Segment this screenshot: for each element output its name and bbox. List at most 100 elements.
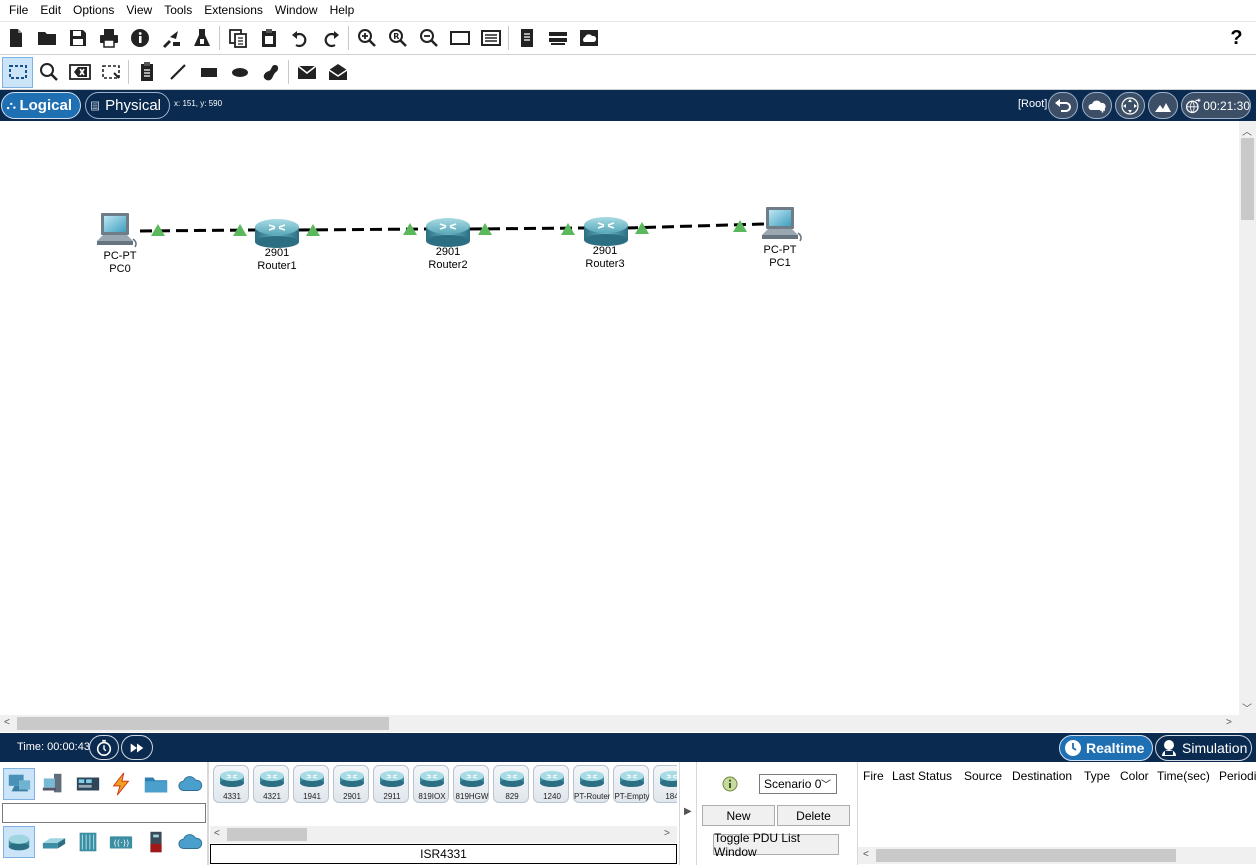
router2-device-icon[interactable] [426, 218, 470, 247]
hubs-subcategory[interactable] [72, 826, 104, 858]
expand-arrow-icon[interactable]: ▶ [684, 806, 692, 817]
pdu-info-button[interactable] [722, 776, 738, 795]
router2-label[interactable]: 2901 Router2 [408, 246, 488, 272]
menu-tools[interactable]: Tools [158, 0, 198, 21]
move-object-button[interactable] [1115, 92, 1145, 119]
model-scroll-left-icon[interactable]: < [214, 828, 220, 839]
menu-window[interactable]: Window [269, 0, 324, 21]
zoom-reset-button[interactable]: R [382, 23, 413, 54]
device-model-tile[interactable]: 819HGW [453, 765, 489, 803]
add-simple-pdu-button[interactable] [291, 57, 322, 88]
device-model-tile[interactable]: 4321 [253, 765, 289, 803]
horizontal-scroll-thumb[interactable] [17, 717, 389, 730]
switches-subcategory[interactable] [38, 826, 70, 858]
device-model-tile[interactable]: 1941 [293, 765, 329, 803]
column-last-status[interactable]: Last Status [892, 769, 952, 783]
device-model-tile[interactable]: PT-Empty [613, 765, 650, 803]
new-scenario-button[interactable]: New [702, 805, 775, 826]
device-model-tile[interactable]: 2901 [333, 765, 369, 803]
undo-button[interactable] [284, 23, 315, 54]
logical-tab[interactable]: Logical [1, 92, 81, 119]
router3-label[interactable]: 2901 Router3 [565, 245, 645, 271]
network-devices-category[interactable] [3, 768, 35, 800]
multiuser-category[interactable] [174, 768, 206, 800]
device-model-tile[interactable]: 184 [653, 765, 677, 803]
routers-subcategory[interactable] [3, 826, 35, 858]
notes-button[interactable] [511, 23, 542, 54]
scroll-up-arrow-icon[interactable]: ︿ [1242, 123, 1252, 138]
physical-tab[interactable]: Physical [85, 92, 170, 119]
scroll-right-arrow-icon[interactable]: > [1226, 717, 1232, 728]
pc0-label[interactable]: PC-PT PC0 [80, 250, 160, 276]
components-category[interactable] [72, 768, 104, 800]
draw-ellipse-button[interactable] [224, 57, 255, 88]
pdu-scroll-left-icon[interactable]: < [863, 849, 869, 860]
pc1-device-icon[interactable] [762, 207, 802, 242]
realtime-mode-tab[interactable]: Realtime [1059, 735, 1153, 761]
back-button[interactable] [1048, 92, 1078, 119]
router1-device-icon[interactable] [255, 219, 299, 248]
device-model-tile[interactable]: 2911 [373, 765, 409, 803]
help-button[interactable]: ? [1221, 23, 1252, 54]
copy-button[interactable] [222, 23, 253, 54]
column-destination[interactable]: Destination [1012, 769, 1072, 783]
vertical-scroll-thumb[interactable] [1241, 138, 1254, 220]
wan-emulation-subcategory[interactable] [174, 826, 206, 858]
save-button[interactable] [62, 23, 93, 54]
device-model-tile[interactable]: 829 [493, 765, 529, 803]
connections-category[interactable] [105, 768, 137, 800]
drawing-palette-button[interactable] [444, 23, 475, 54]
menu-file[interactable]: File [3, 0, 34, 21]
print-button[interactable] [93, 23, 124, 54]
router3-device-icon[interactable] [584, 217, 628, 246]
device-model-tile[interactable]: 4331 [213, 765, 249, 803]
paste-button[interactable] [253, 23, 284, 54]
device-model-tile[interactable]: 819IOX [413, 765, 449, 803]
pdu-table-scroll-thumb[interactable] [876, 849, 1176, 862]
end-devices-category[interactable] [38, 768, 70, 800]
place-note-button[interactable] [131, 57, 162, 88]
toggle-pdu-list-button[interactable]: Toggle PDU List Window [713, 831, 839, 859]
pc0-device-icon[interactable] [97, 213, 137, 248]
freeform-button[interactable] [255, 57, 286, 88]
wireless-subcategory[interactable]: ((·)) [105, 826, 137, 858]
model-list-scroll-thumb[interactable] [227, 828, 307, 841]
menu-options[interactable]: Options [67, 0, 120, 21]
fast-forward-button[interactable] [121, 735, 153, 760]
set-background-button[interactable] [1148, 92, 1178, 119]
zoom-out-button[interactable] [413, 23, 444, 54]
logical-workspace[interactable]: PC-PT PC0 2901 Router1 2901 Router2 2901… [0, 121, 1239, 715]
new-cluster-button[interactable] [1082, 92, 1112, 119]
open-button[interactable] [31, 23, 62, 54]
info-button[interactable] [124, 23, 155, 54]
network-info-button[interactable] [542, 23, 573, 54]
reset-time-button[interactable] [89, 735, 119, 760]
redo-button[interactable] [315, 23, 346, 54]
miscellaneous-category[interactable] [140, 768, 172, 800]
root-breadcrumb[interactable]: [Root] [1018, 98, 1047, 110]
column-periodic[interactable]: Periodic [1219, 769, 1256, 783]
delete-tool-button[interactable] [64, 57, 95, 88]
activity-wizard-button[interactable] [155, 23, 186, 54]
zoom-in-button[interactable] [351, 23, 382, 54]
menu-extensions[interactable]: Extensions [198, 0, 269, 21]
simulation-mode-tab[interactable]: Simulation [1155, 735, 1252, 761]
column-type[interactable]: Type [1084, 769, 1110, 783]
custom-device-button[interactable] [186, 23, 217, 54]
select-tool-button[interactable] [2, 56, 33, 88]
new-file-button[interactable] [0, 23, 31, 54]
column-source[interactable]: Source [964, 769, 1002, 783]
pc1-label[interactable]: PC-PT PC1 [740, 244, 820, 270]
column-color[interactable]: Color [1120, 769, 1149, 783]
inspect-tool-button[interactable] [33, 57, 64, 88]
cloud-view-button[interactable] [573, 23, 604, 54]
router1-label[interactable]: 2901 Router1 [237, 247, 317, 273]
menu-edit[interactable]: Edit [34, 0, 67, 21]
scroll-down-arrow-icon[interactable]: ﹀ [1242, 700, 1252, 715]
model-scroll-right-icon[interactable]: > [664, 828, 670, 839]
scroll-left-arrow-icon[interactable]: < [4, 717, 10, 728]
security-subcategory[interactable] [140, 826, 172, 858]
device-model-tile[interactable]: PT-Router [573, 765, 610, 803]
menu-view[interactable]: View [120, 0, 158, 21]
column-time[interactable]: Time(sec) [1157, 769, 1210, 783]
